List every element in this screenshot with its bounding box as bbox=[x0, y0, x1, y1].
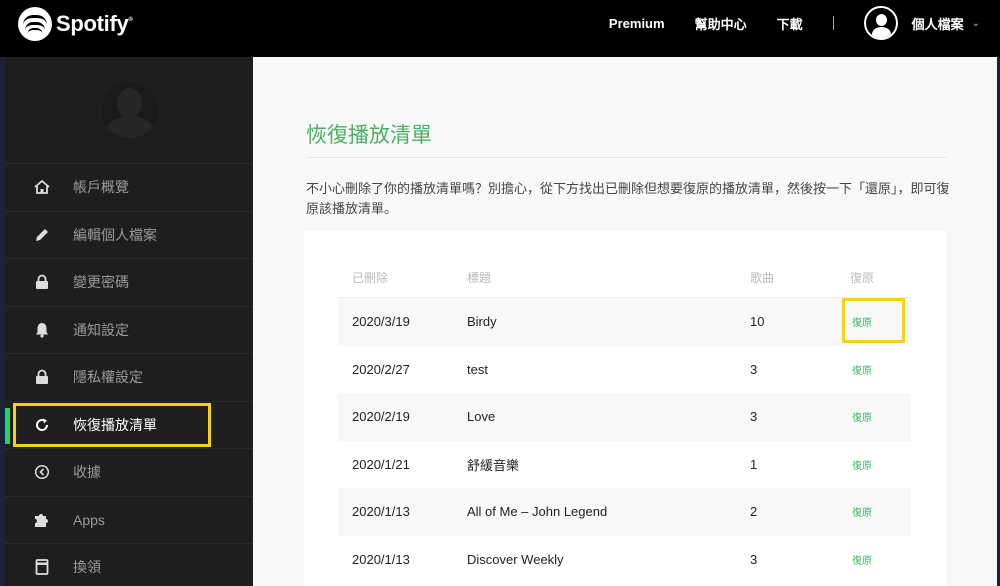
lock-icon bbox=[32, 272, 52, 292]
nav-help-link[interactable]: 幫助中心 bbox=[695, 14, 747, 33]
playlist-title: Love bbox=[467, 409, 496, 425]
song-count: 3 bbox=[750, 409, 758, 425]
nav-divider bbox=[832, 16, 834, 30]
deleted-date: 2020/3/19 bbox=[352, 314, 410, 330]
table-header-row: 已刪除 標題 歌曲 復原 bbox=[338, 257, 911, 298]
table-row: 2020/2/19 Love 3 復原 bbox=[338, 393, 911, 441]
home-icon bbox=[32, 177, 52, 197]
sidebar-item-account-overview[interactable]: 帳戶概覽 bbox=[5, 163, 253, 211]
sidebar-item-label: 編輯個人檔案 bbox=[73, 226, 157, 243]
sidebar-item-label: 收據 bbox=[73, 464, 101, 481]
song-count: 3 bbox=[750, 551, 758, 567]
active-indicator bbox=[5, 407, 10, 444]
restore-button[interactable]: 復原 bbox=[845, 457, 911, 472]
song-count: 10 bbox=[750, 314, 765, 330]
restore-button[interactable]: 復原 bbox=[845, 409, 911, 424]
playlist-title: All of Me – John Legend bbox=[467, 504, 608, 520]
profile-label: 個人檔案 bbox=[911, 16, 964, 32]
spotify-logo-icon bbox=[18, 7, 52, 41]
song-count: 1 bbox=[750, 456, 758, 472]
deleted-playlists-card: 已刪除 標題 歌曲 復原 2020/3/19 Birdy 10 復原 2020/… bbox=[304, 231, 947, 586]
playlist-title: 舒緩音樂 bbox=[467, 457, 520, 473]
user-avatar-icon bbox=[863, 6, 898, 40]
playlist-title: Birdy bbox=[467, 314, 497, 330]
sidebar-item-label: 隱私權設定 bbox=[73, 369, 143, 386]
sidebar-menu: 帳戶概覽 編輯個人檔案 變更密碼 通知設定 隱私權設定 恢復播放清單 收據 Ap… bbox=[5, 163, 253, 586]
sidebar-item-receipts[interactable]: 收據 bbox=[5, 448, 253, 496]
sidebar-item-label: 恢復播放清單 bbox=[73, 416, 157, 433]
sidebar-avatar bbox=[102, 82, 158, 138]
nav-download-link[interactable]: 下載 bbox=[777, 14, 803, 33]
card-icon bbox=[32, 557, 52, 577]
restore-button[interactable]: 復原 bbox=[845, 504, 911, 519]
puzzle-icon bbox=[32, 510, 52, 530]
table-row: 2020/3/19 Birdy 10 復原 bbox=[338, 298, 911, 346]
column-header-title: 標題 bbox=[467, 270, 492, 285]
column-header-songs: 歌曲 bbox=[750, 270, 775, 285]
nav-premium-link[interactable]: Premium bbox=[609, 16, 665, 31]
refresh-icon bbox=[32, 415, 52, 435]
brand-name: Spotify bbox=[56, 11, 129, 36]
playlist-title: test bbox=[467, 361, 488, 377]
sidebar-item-label: 通知設定 bbox=[73, 321, 129, 338]
spotify-logo[interactable]: Spotify® bbox=[18, 7, 133, 41]
header-nav: Premium 幫助中心 下載 個人檔案 ⌄ bbox=[609, 0, 1000, 46]
sidebar-item-notifications[interactable]: 通知設定 bbox=[5, 305, 253, 354]
sidebar-item-label: Apps bbox=[73, 511, 105, 528]
profile-menu-button[interactable]: 個人檔案 ⌄ bbox=[863, 6, 980, 40]
sidebar-item-recover-playlists[interactable]: 恢復播放清單 bbox=[5, 400, 253, 449]
column-header-deleted: 已刪除 bbox=[352, 270, 389, 285]
restore-button[interactable]: 復原 bbox=[845, 314, 911, 329]
sidebar-item-change-password[interactable]: 變更密碼 bbox=[5, 258, 253, 306]
table-row: 2020/1/13 All of Me – John Legend 2 復原 bbox=[338, 488, 911, 536]
deleted-date: 2020/1/13 bbox=[352, 504, 410, 520]
lock-icon bbox=[32, 367, 52, 387]
deleted-playlists-table: 已刪除 標題 歌曲 復原 2020/3/19 Birdy 10 復原 2020/… bbox=[338, 257, 911, 583]
restore-button[interactable]: 復原 bbox=[845, 552, 911, 567]
clock-back-icon bbox=[32, 462, 52, 482]
restore-button[interactable]: 復原 bbox=[845, 362, 911, 377]
account-sidebar: 帳戶概覽 編輯個人檔案 變更密碼 通知設定 隱私權設定 恢復播放清單 收據 Ap… bbox=[0, 57, 253, 586]
table-row: 2020/2/27 test 3 復原 bbox=[338, 346, 911, 394]
deleted-date: 2020/2/19 bbox=[352, 409, 410, 425]
deleted-date: 2020/1/13 bbox=[352, 551, 410, 567]
title-divider bbox=[306, 157, 947, 158]
sidebar-item-edit-profile[interactable]: 編輯個人檔案 bbox=[5, 210, 253, 259]
sidebar-item-label: 換領 bbox=[73, 559, 101, 576]
bell-icon bbox=[32, 320, 52, 340]
pencil-icon bbox=[32, 225, 52, 245]
page-description: 不小心刪除了你的播放清單嗎？別擔心，從下方找出已刪除但想要復原的播放清單，然後按… bbox=[306, 181, 950, 216]
chevron-down-icon: ⌄ bbox=[971, 17, 980, 29]
sidebar-item-privacy[interactable]: 隱私權設定 bbox=[5, 353, 253, 401]
deleted-date: 2020/1/21 bbox=[352, 456, 410, 472]
song-count: 2 bbox=[750, 504, 758, 520]
song-count: 3 bbox=[750, 361, 758, 377]
table-row: 2020/1/13 Discover Weekly 3 復原 bbox=[338, 536, 911, 584]
sidebar-item-apps[interactable]: Apps bbox=[5, 495, 253, 544]
sidebar-item-label: 變更密碼 bbox=[73, 274, 129, 291]
table-row: 2020/1/21 舒緩音樂 1 復原 bbox=[338, 441, 911, 489]
main-content: 恢復播放清單 不小心刪除了你的播放清單嗎？別擔心，從下方找出已刪除但想要復原的播… bbox=[253, 57, 1000, 586]
sidebar-item-label: 帳戶概覽 bbox=[73, 179, 129, 196]
column-header-restore: 復原 bbox=[850, 270, 875, 285]
playlist-title: Discover Weekly bbox=[467, 551, 564, 567]
top-nav-bar: Spotify® Premium 幫助中心 下載 個人檔案 ⌄ bbox=[0, 0, 1000, 57]
sidebar-item-redeem[interactable]: 換領 bbox=[5, 543, 253, 586]
deleted-date: 2020/2/27 bbox=[352, 361, 410, 377]
page-title: 恢復播放清單 bbox=[306, 124, 432, 147]
